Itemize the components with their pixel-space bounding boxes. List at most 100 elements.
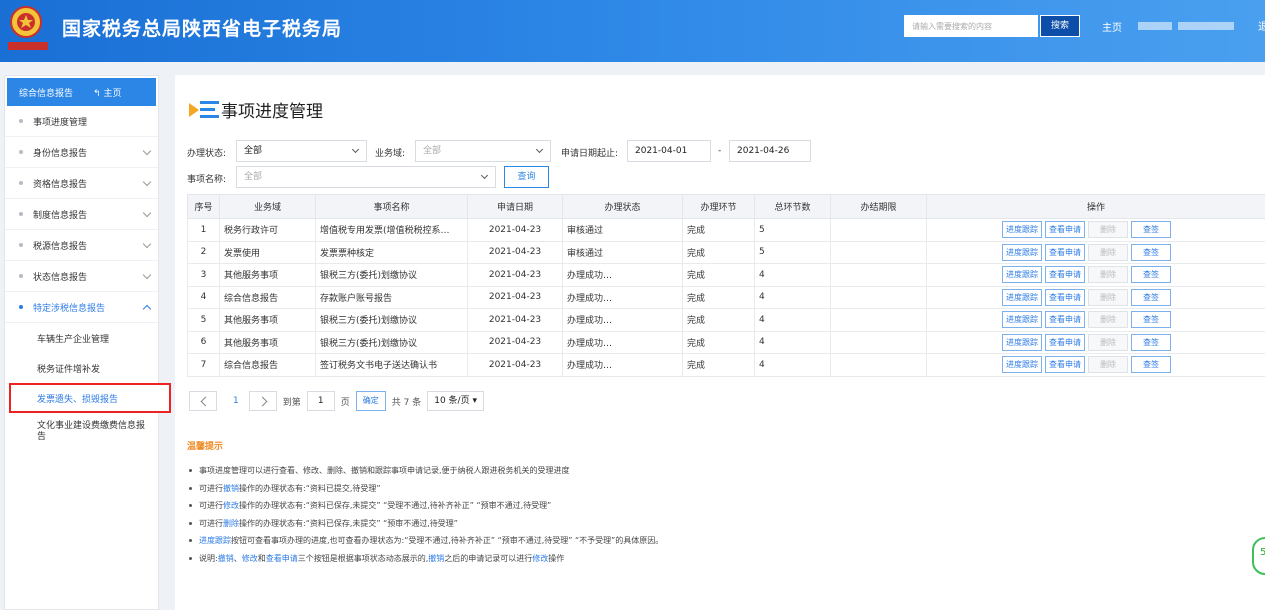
tip-highlight: 撤销 [428,553,445,563]
tip-text: 按钮可查看事项办理的进度,也可查看办理状态为:“受理不通过,待补齐补正” “预审… [231,536,664,545]
date-end-input[interactable]: 2021-04-26 [729,140,811,162]
tip-highlight: 查看申请 [265,553,298,563]
cell-total: 4 [754,330,831,354]
cell-no: 1 [187,218,220,242]
sidebar-item-label: 状态信息报告 [33,272,88,283]
sidebar-item-qualification[interactable]: 资格信息报告 [5,168,158,199]
cell-status: 办理成功… [562,308,683,332]
tips-list: 事项进度管理可以进行查看、修改、删除、撤销和跟踪事项申请记录,便于纳税人跟进税务… [187,464,663,569]
view-application-button[interactable]: 查看申请 [1045,266,1085,284]
domain-select[interactable]: 全部 [415,140,551,162]
logout-link[interactable]: 退 [1258,18,1265,33]
col-header: 事项名称 [315,194,468,219]
item-name-select[interactable]: 全部 [236,166,496,188]
progress-track-button[interactable]: 进度跟踪 [1002,243,1042,261]
progress-track-button[interactable]: 进度跟踪 [1002,311,1042,329]
cell-date: 2021-04-23 [467,353,563,377]
cell-no: 6 [187,330,220,354]
cell-date: 2021-04-23 [467,218,563,242]
table-row: 2 发票使用 发票票种核定 2021-04-23 审核通过 完成 5 进度跟踪 查看申请 删除 查签 [187,240,1265,264]
cell-total: 4 [754,308,831,332]
item-name-select-value: 全部 [244,172,263,182]
cell-status: 审核通过 [562,240,683,264]
cell-date: 2021-04-23 [467,330,563,354]
item-name-label: 事项名称: [187,175,227,185]
search-button[interactable]: 搜索 [1040,15,1080,37]
cell-date: 2021-04-23 [467,263,563,287]
tips-title: 温馨提示 [187,442,224,452]
sidebar-item-progress[interactable]: 事项进度管理 [5,106,158,137]
cell-actions: 进度跟踪 查看申请 删除 查签 [926,285,1265,309]
cell-actions: 进度跟踪 查看申请 删除 查签 [926,330,1265,354]
cell-total: 4 [754,263,831,287]
col-header: 操作 [926,194,1265,219]
progress-track-button[interactable]: 进度跟踪 [1002,221,1042,239]
floating-help-badge[interactable]: 5 [1252,537,1265,575]
page-size-value: 10 条/页 [434,396,470,406]
cell-no: 5 [187,308,220,332]
sidebar-subitem-invoice-loss[interactable]: 发票遗失、损毁报告 [9,383,171,413]
check-sign-button[interactable]: 查签 [1131,266,1171,284]
page-size-select[interactable]: 10 条/页 ▾ [427,391,484,411]
view-application-button[interactable]: 查看申请 [1045,221,1085,239]
view-application-button[interactable]: 查看申请 [1045,311,1085,329]
status-select[interactable]: 全部 [236,140,367,162]
view-application-button[interactable]: 查看申请 [1045,288,1085,306]
view-application-button[interactable]: 查看申请 [1045,356,1085,374]
col-header: 办理状态 [562,194,683,219]
date-start-input[interactable]: 2021-04-01 [627,140,711,162]
query-button[interactable]: 查询 [504,166,549,188]
chevron-down-icon [535,145,544,154]
sidebar-item-label: 制度信息报告 [33,210,88,221]
sidebar-item-identity[interactable]: 身份信息报告 [5,137,158,168]
cell-deadline [830,263,927,287]
sidebar-subitem-certificate[interactable]: 税务证件增补发 [5,353,158,383]
sidebar-home-link[interactable]: ↰ 主页 [93,86,121,99]
view-application-button[interactable]: 查看申请 [1045,333,1085,351]
home-link[interactable]: 主页 [1102,19,1122,34]
check-sign-button[interactable]: 查签 [1131,333,1171,351]
cell-name: 银税三方(委托)划缴协议 [315,330,468,354]
cell-status: 办理成功… [562,263,683,287]
sidebar-item-system[interactable]: 制度信息报告 [5,199,158,230]
cell-domain: 综合信息报告 [219,353,316,377]
page-number[interactable]: 1 [233,396,239,406]
table-header-row: 序号 业务域 事项名称 申请日期 办理状态 办理环节 总环节数 办结期限 操作 [187,194,1265,219]
progress-track-button[interactable]: 进度跟踪 [1002,266,1042,284]
sidebar-subitem-vehicle[interactable]: 车辆生产企业管理 [5,323,158,353]
search-input[interactable] [904,15,1038,37]
progress-track-button[interactable]: 进度跟踪 [1002,333,1042,351]
cell-actions: 进度跟踪 查看申请 删除 查签 [926,353,1265,377]
cell-domain: 其他服务事项 [219,308,316,332]
delete-button: 删除 [1088,333,1128,351]
delete-button: 删除 [1088,311,1128,329]
prev-page-button[interactable] [189,391,217,411]
cell-date: 2021-04-23 [467,285,563,309]
page-jump-input[interactable]: 1 [306,391,335,411]
view-application-button[interactable]: 查看申请 [1045,243,1085,261]
progress-track-button[interactable]: 进度跟踪 [1002,356,1042,374]
domain-label: 业务域: [375,149,406,159]
check-sign-button[interactable]: 查签 [1131,221,1171,239]
sidebar-item-status[interactable]: 状态信息报告 [5,261,158,292]
progress-track-button[interactable]: 进度跟踪 [1002,288,1042,306]
sidebar-item-tax-source[interactable]: 税源信息报告 [5,230,158,261]
tip-item: 事项进度管理可以进行查看、修改、删除、撤销和跟踪事项申请记录,便于纳税人跟进税务… [187,464,663,482]
list-icon [189,100,219,120]
sidebar-subitem-culture-fee[interactable]: 文化事业建设费缴费信息报告 [5,413,158,453]
sidebar-item-specific-tax[interactable]: 特定涉税信息报告 [5,292,158,323]
tip-highlight: 进度跟踪 [199,536,231,545]
check-sign-button[interactable]: 查签 [1131,243,1171,261]
total-count: 共 7 条 [391,397,422,408]
top-header: 国家税务总局陕西省电子税务局 搜索 主页 退 [0,0,1265,62]
cell-deadline [830,240,927,264]
check-sign-button[interactable]: 查签 [1131,288,1171,306]
check-sign-button[interactable]: 查签 [1131,311,1171,329]
sidebar-section-title: 综合信息报告 [19,88,74,99]
table-row: 1 税务行政许可 增值税专用发票(增值税税控系… 2021-04-23 审核通过 完成 5 进… [187,218,1265,242]
progress-table: 序号 业务域 事项名称 申请日期 办理状态 办理环节 总环节数 办结期限 操作 … [187,194,1265,377]
next-page-button[interactable] [248,391,277,411]
table-row: 4 综合信息报告 存款账户账号报告 2021-04-23 办理成功… 完成 4 进度跟踪 查看申… [187,285,1265,309]
page-confirm-button[interactable]: 确定 [355,391,386,411]
check-sign-button[interactable]: 查签 [1131,356,1171,374]
